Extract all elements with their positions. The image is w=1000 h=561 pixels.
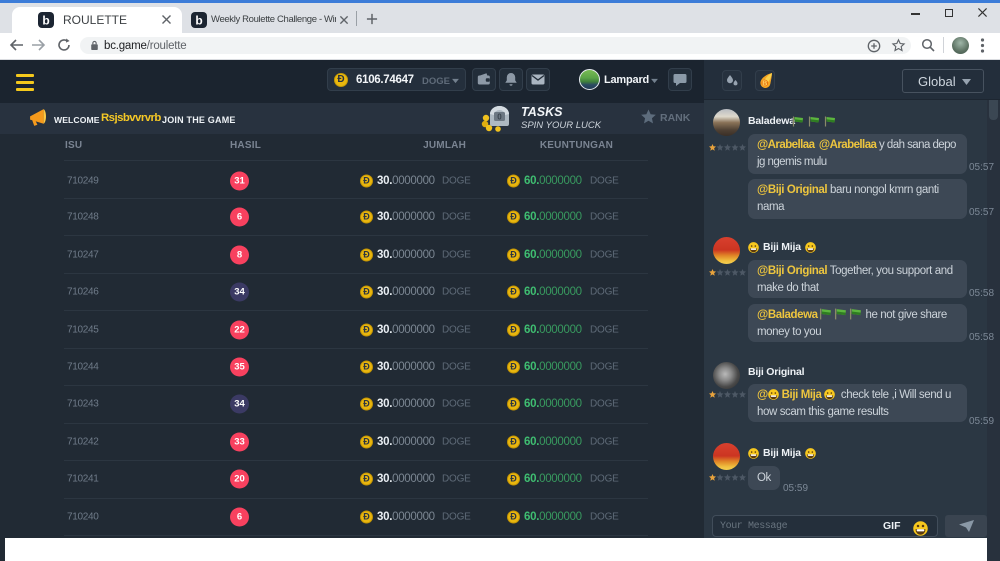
- svg-text:b: b: [42, 14, 49, 28]
- svg-text:B: B: [762, 81, 767, 88]
- svg-text:b: b: [195, 14, 202, 28]
- svg-text:0: 0: [497, 113, 502, 122]
